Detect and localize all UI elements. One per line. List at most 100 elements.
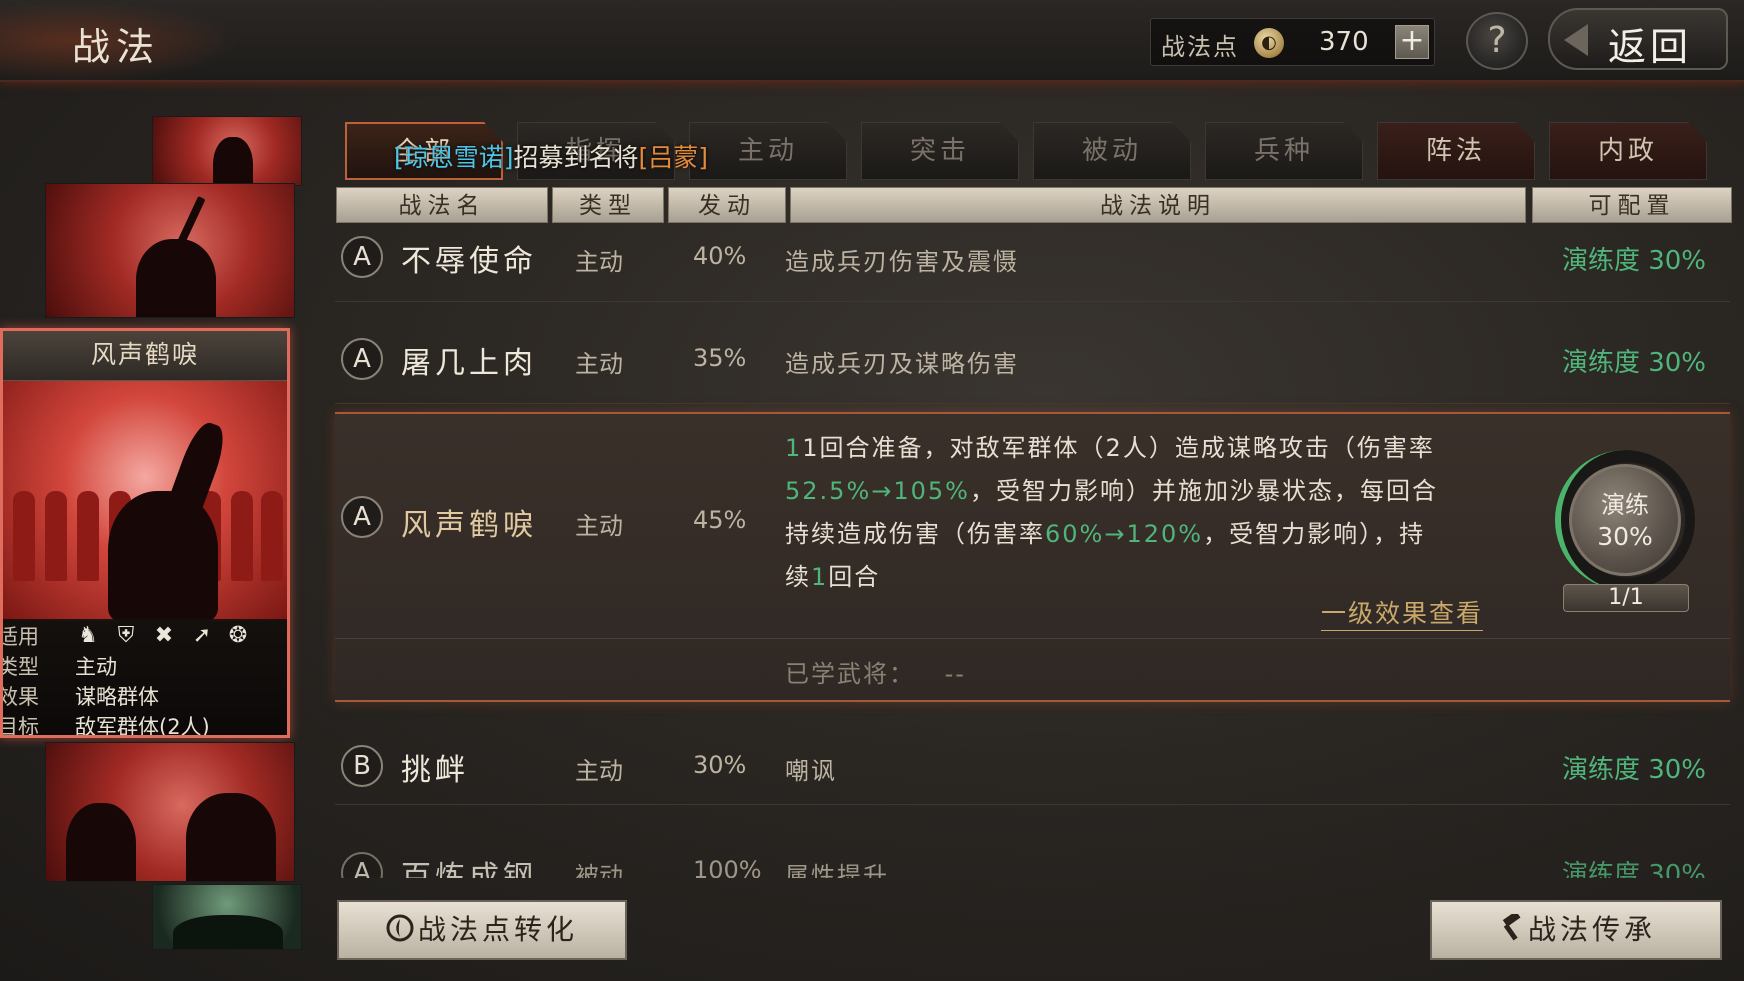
tab-assault[interactable]: 突击 <box>861 122 1019 180</box>
grade-badge: B <box>341 745 383 787</box>
back-label: 返回 <box>1608 25 1693 69</box>
notice-player-name: [琼恩雪诺] <box>394 143 514 172</box>
tactic-point-icon <box>386 914 414 942</box>
grade-badge: A <box>341 496 383 538</box>
back-arrow-icon <box>1564 24 1588 56</box>
inherit-tactic-button[interactable]: 战法传承 <box>1430 900 1722 960</box>
tab-internal-affairs[interactable]: 内政 <box>1549 122 1707 180</box>
tactic-points-panel: 战法点 ◐ 370 + <box>1150 18 1435 66</box>
stat-value: 敌军群体(2人) <box>75 715 210 738</box>
bow-icon: ✖ <box>154 623 174 648</box>
tactic-name: 不辱使命 <box>401 244 537 279</box>
view-level-one-effect-link[interactable]: 一级效果查看 <box>1321 594 1484 631</box>
stat-label: 类型 <box>0 655 39 679</box>
tactic-card-preview-bottom[interactable] <box>152 884 302 950</box>
page-title: 战法 <box>72 25 161 69</box>
desc-text: 1回合准备，对敌军群体（2人）造成谋略攻击（伤害率 <box>802 434 1435 462</box>
description-line: 持续造成伤害（伤害率60%→120%，受智力影响），持 <box>785 514 1425 549</box>
practice-button[interactable]: 演练 30% <box>1569 464 1681 576</box>
card-stats: 适用 ♞ ⛨ ✖ ➚ ❂ 类型 主动 效果 谋略群体 目标 敌军群体(2人) <box>0 619 287 738</box>
learned-label: 已学武将： <box>785 660 915 688</box>
back-button[interactable]: 返回 <box>1548 8 1728 70</box>
tactic-type: 被动 <box>575 862 623 878</box>
practice-level: 演练度 30% <box>1561 348 1706 378</box>
card-artwork <box>3 381 287 621</box>
convert-tactic-points-button[interactable]: 战法点转化 <box>337 900 627 960</box>
stat-value: 谋略群体 <box>75 685 159 709</box>
tactic-trigger-rate: 40% <box>693 242 747 270</box>
desc-highlight: 52.5%→105% <box>785 477 970 505</box>
description-line: 续1回合 <box>785 557 880 592</box>
tactic-row[interactable]: A 百炼成钢 被动 100% 属性提升 演练度 30% <box>335 840 1730 878</box>
desc-text: 持续造成伤害（伤害率 <box>785 520 1045 548</box>
tactic-description: 嘲讽 <box>785 757 837 785</box>
tactic-card-preview-top[interactable] <box>152 116 302 186</box>
convert-label: 战法点转化 <box>417 913 578 946</box>
add-points-button[interactable]: + <box>1395 25 1429 59</box>
divider <box>335 638 1730 639</box>
tactic-description: 造成兵刃及谋略伤害 <box>785 350 1019 378</box>
tactic-type: 主动 <box>575 757 623 785</box>
column-header-description: 战法说明 <box>790 187 1526 223</box>
stat-label: 效果 <box>0 685 39 709</box>
tab-active[interactable]: 主动 <box>689 122 847 180</box>
tactic-type: 主动 <box>575 350 623 378</box>
grade-badge: A <box>341 338 383 380</box>
stat-label: 适用 <box>0 625 39 649</box>
tactic-description: 造成兵刃伤害及震慑 <box>785 248 1019 276</box>
cavalry-icon: ♞ <box>78 623 98 648</box>
desc-highlight: 1 <box>811 563 829 591</box>
tactic-point-coin-icon: ◐ <box>1254 28 1284 58</box>
tactic-name: 百炼成钢 <box>401 860 537 878</box>
practice-value: 30% <box>1597 522 1653 551</box>
stat-label: 目标 <box>0 715 39 738</box>
tactic-card-preview-lower[interactable] <box>45 742 295 882</box>
column-header-configurable[interactable]: 可配置 <box>1532 187 1732 223</box>
stat-row-suitable: 适用 ♞ ⛨ ✖ ➚ ❂ <box>3 621 287 651</box>
top-bar: 战法 战法点 ◐ 370 + ? 返回 <box>0 0 1744 82</box>
notice-text: 招募到名将 <box>513 143 639 172</box>
tactic-row[interactable]: B 挑衅 主动 30% 嘲讽 演练度 30% <box>335 729 1730 805</box>
tactic-card-preview-upper[interactable] <box>45 183 295 318</box>
learned-value: -- <box>944 660 966 688</box>
tactic-type: 主动 <box>575 248 623 276</box>
selected-tactic-card[interactable]: 风声鹤唳 适用 ♞ ⛨ ✖ ➚ ❂ 类型 主动 效果 谋略群体 目标 敌军群体(… <box>0 328 290 738</box>
tactic-row[interactable]: A 不辱使命 主动 40% 造成兵刃伤害及震慑 演练度 30% <box>335 226 1730 302</box>
tactic-row[interactable]: A 屠几上肉 主动 35% 造成兵刃及谋略伤害 演练度 30% <box>335 328 1730 404</box>
stat-row-effect: 效果 谋略群体 <box>3 681 287 711</box>
spear-icon: ➚ <box>192 623 212 648</box>
practice-count-badge: 1/1 <box>1563 584 1689 612</box>
recruit-notice-banner: [琼恩雪诺]招募到名将[吕蒙] <box>394 138 708 172</box>
help-button[interactable]: ? <box>1466 12 1528 70</box>
tactic-type: 主动 <box>575 512 623 540</box>
hammer-icon <box>1502 914 1521 941</box>
stat-value: 主动 <box>75 655 117 679</box>
desc-text: ，受智力影响），持 <box>1203 520 1426 548</box>
tactic-row-expanded[interactable]: A 风声鹤唳 主动 45% 11回合准备，对敌军群体（2人）造成谋略攻击（伤害率… <box>335 412 1730 702</box>
tactic-name: 风声鹤唳 <box>401 508 537 543</box>
tab-passive[interactable]: 被动 <box>1033 122 1191 180</box>
description-line: 52.5%→105%，受智力影响）并施加沙暴状态，每回合 <box>785 471 1438 506</box>
desc-text: ，受智力影响）并施加沙暴状态，每回合 <box>969 477 1438 505</box>
tab-formation[interactable]: 阵法 <box>1377 122 1535 180</box>
tactic-trigger-rate: 100% <box>693 856 762 878</box>
tab-troop-type[interactable]: 兵种 <box>1205 122 1363 180</box>
practice-level: 演练度 30% <box>1561 246 1706 276</box>
inherit-label: 战法传承 <box>1527 913 1656 946</box>
tactic-trigger-rate: 35% <box>693 344 747 372</box>
tactic-trigger-rate: 45% <box>693 506 747 534</box>
column-header-type[interactable]: 类型 <box>552 187 664 223</box>
tactic-name: 挑衅 <box>401 753 469 788</box>
shield-icon: ⛨ <box>117 623 135 648</box>
notice-general-name: [吕蒙] <box>638 143 709 172</box>
desc-text: 1 <box>785 434 803 462</box>
learned-generals: 已学武将： -- <box>785 654 966 689</box>
desc-highlight: 60%→120% <box>1045 520 1204 548</box>
column-header-name[interactable]: 战法名 <box>336 187 548 223</box>
desc-text: 回合 <box>828 563 881 591</box>
practice-level: 演练度 30% <box>1561 755 1706 785</box>
tactic-description: 属性提升 <box>785 862 889 878</box>
practice-level: 演练度 30% <box>1561 860 1706 878</box>
wheel-icon: ❂ <box>228 623 248 648</box>
column-header-rate[interactable]: 发动 <box>668 187 786 223</box>
